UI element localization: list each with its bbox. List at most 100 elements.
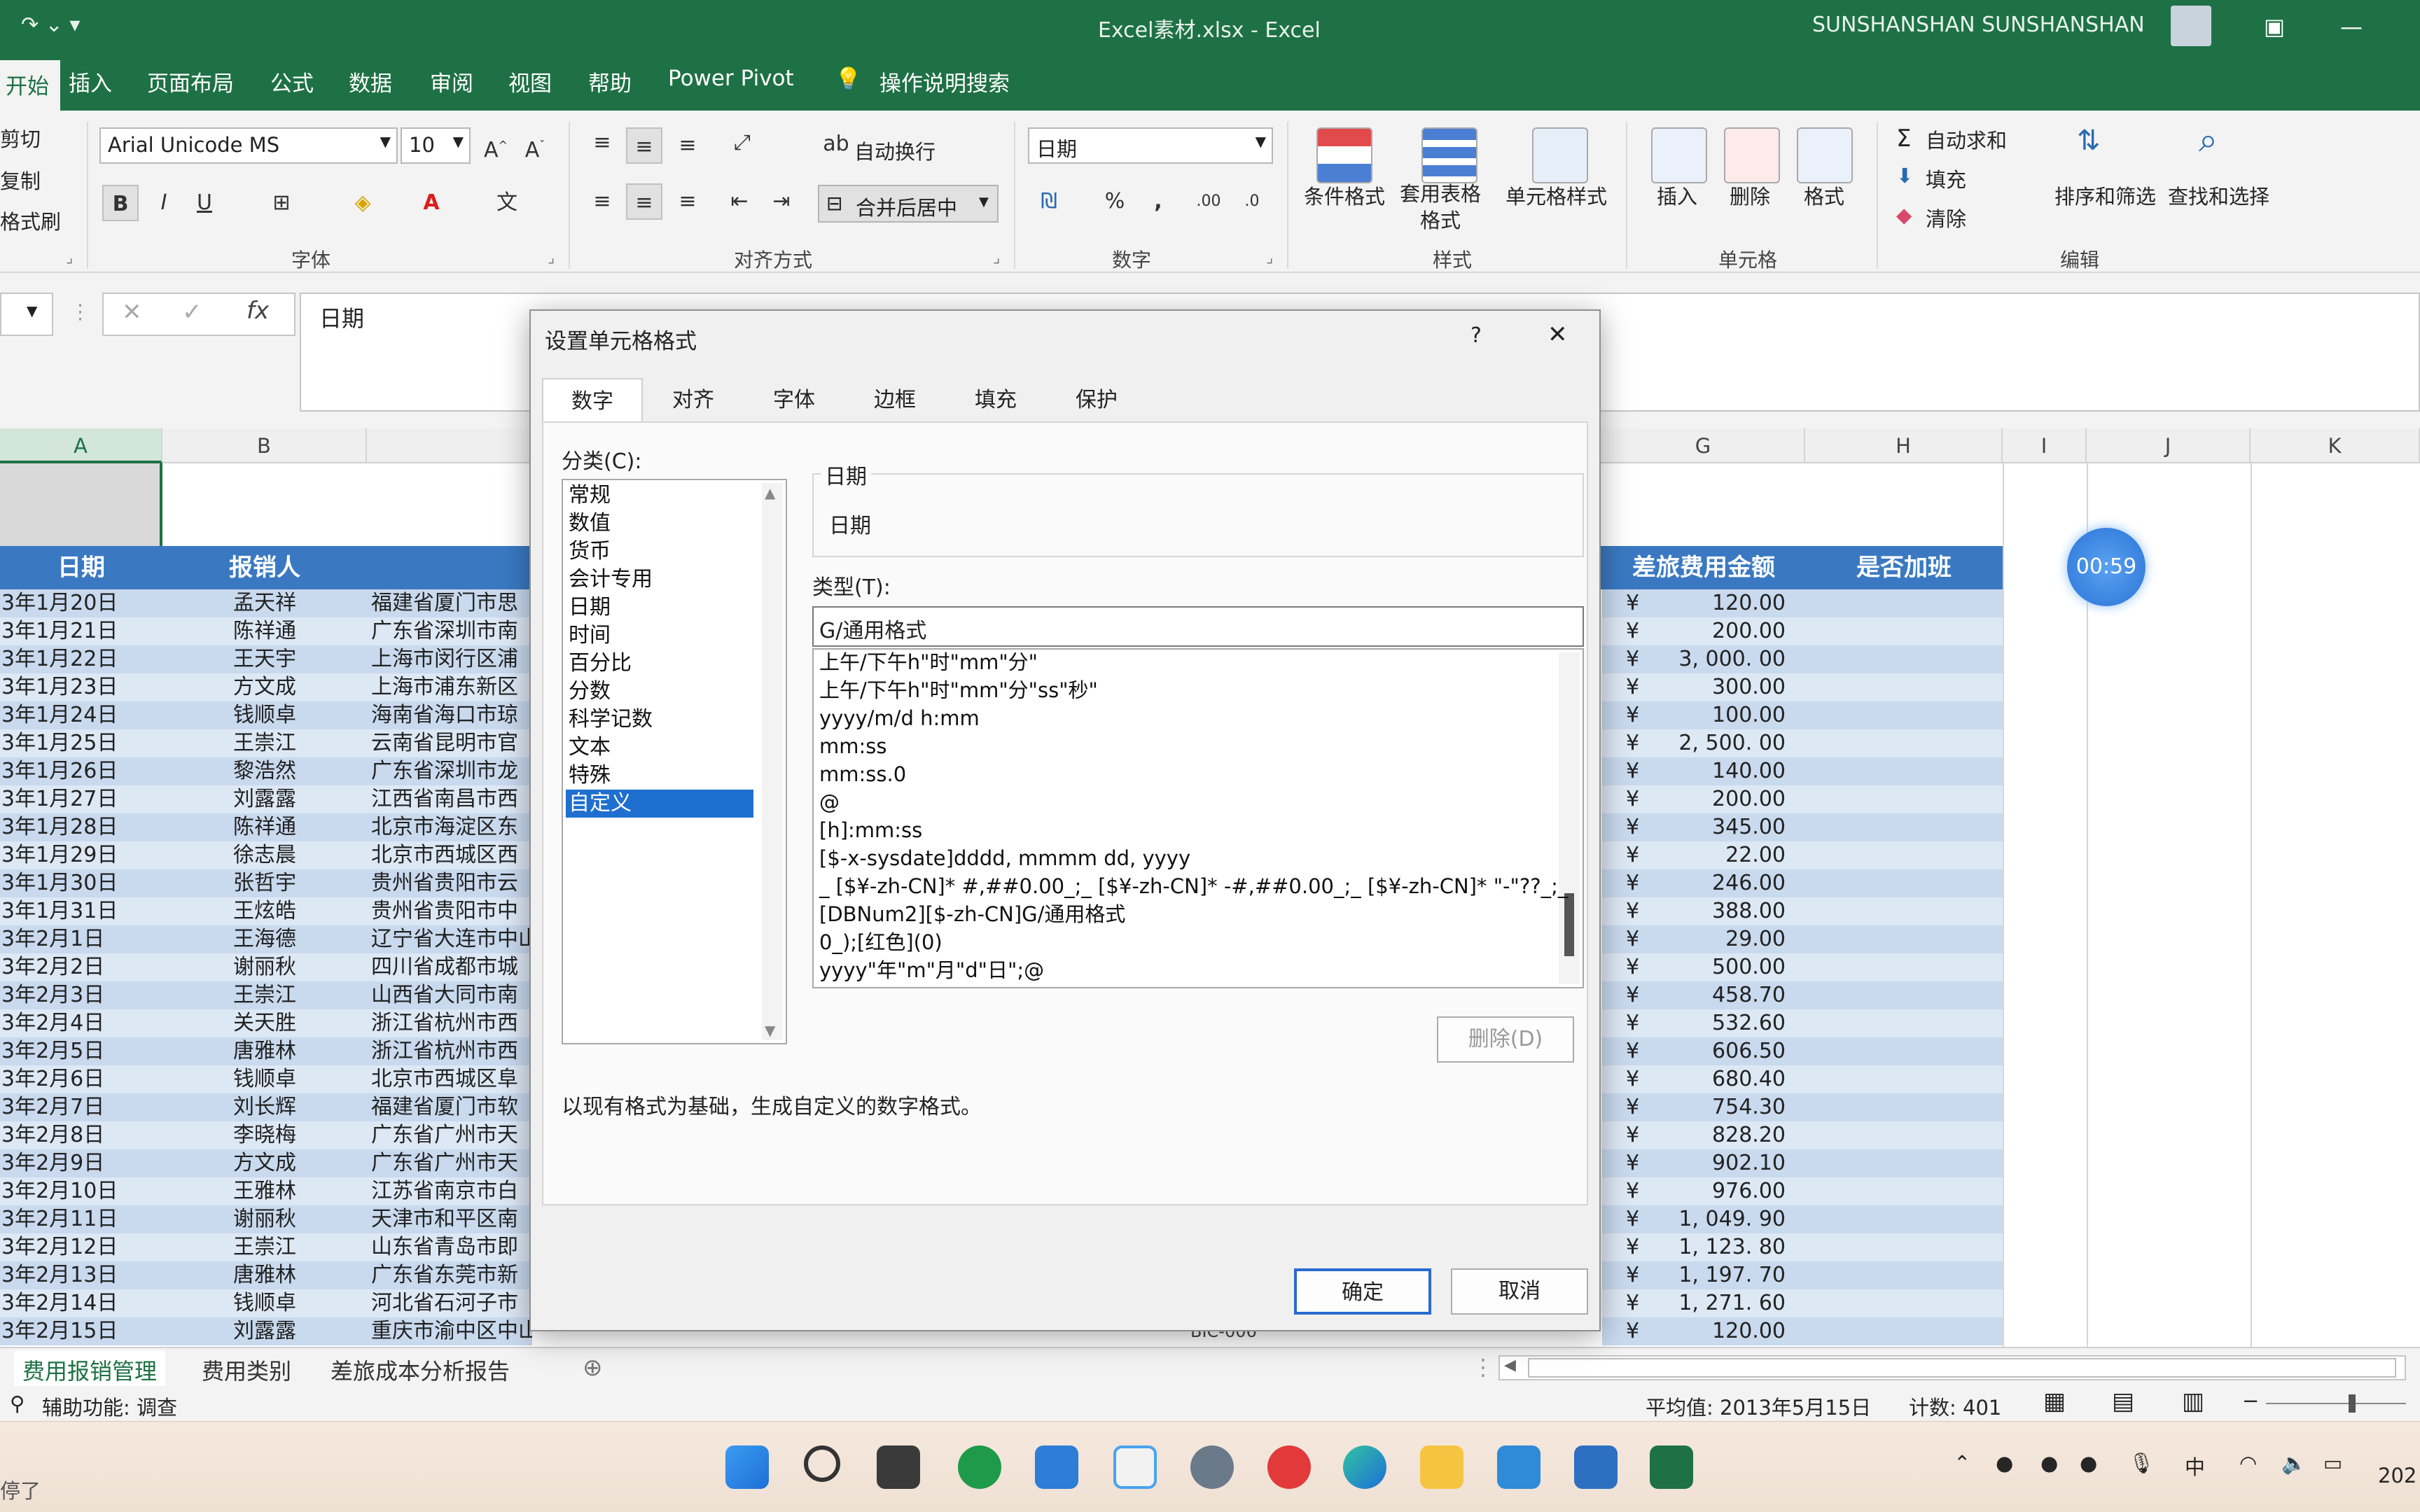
cell-person[interactable]: 钱顺卓	[162, 701, 367, 729]
category-item[interactable]: 科学记数	[566, 706, 753, 734]
cell-date[interactable]: 3年2月11日	[0, 1205, 162, 1233]
cell-amount[interactable]: ¥976.00	[1602, 1177, 1805, 1205]
tab-page-layout[interactable]: 页面布局	[147, 66, 234, 97]
border-icon[interactable]: ⊞	[263, 185, 300, 221]
cell-date[interactable]: 3年2月10日	[0, 1177, 162, 1205]
column-header-i[interactable]: I	[2003, 428, 2087, 463]
cell-amount[interactable]: ¥22.00	[1602, 841, 1805, 869]
cell-amount[interactable]: ¥200.00	[1602, 617, 1805, 645]
add-sheet-icon[interactable]: ⊕	[574, 1351, 611, 1385]
cell-overtime[interactable]	[1805, 1121, 2003, 1149]
cell-overtime[interactable]	[1805, 757, 2003, 785]
selected-cell-a1[interactable]	[0, 463, 162, 546]
column-header-h[interactable]: H	[1805, 428, 2003, 463]
help-icon[interactable]: ?	[1470, 323, 1482, 348]
cell-overtime[interactable]	[1805, 1065, 2003, 1093]
scroll-left-icon[interactable]: ◀	[1504, 1357, 1516, 1374]
cell-person[interactable]: 张哲宇	[162, 869, 367, 897]
increase-decimal-icon[interactable]: .00	[1190, 183, 1227, 220]
cell-person[interactable]: 刘长辉	[162, 1093, 367, 1121]
cell-address[interactable]: 上海市闵行区浦	[367, 645, 532, 673]
type-scroll-thumb[interactable]	[1564, 893, 1574, 956]
cell-address[interactable]: 贵州省贵阳市云	[367, 869, 532, 897]
fill-button[interactable]: 填充	[1926, 164, 1966, 193]
tab-data[interactable]: 数据	[349, 66, 392, 97]
cell-person[interactable]: 王崇江	[162, 729, 367, 757]
volume-icon[interactable]: 🔈	[2281, 1451, 2307, 1476]
format-cells-button[interactable]: 格式	[1804, 181, 1844, 210]
qq-icon[interactable]: ●	[2040, 1451, 2058, 1475]
cell-styles-icon[interactable]	[1532, 127, 1588, 183]
cell-overtime[interactable]	[1805, 1093, 2003, 1121]
insert-cells-icon[interactable]	[1651, 127, 1707, 183]
category-item[interactable]: 分数	[566, 678, 753, 706]
type-input[interactable]: G/通用格式	[812, 606, 1584, 647]
cell-overtime[interactable]	[1805, 617, 2003, 645]
cell-date[interactable]: 3年2月14日	[0, 1289, 162, 1317]
delete-cells-icon[interactable]	[1724, 127, 1780, 183]
tab-formulas[interactable]: 公式	[270, 66, 314, 97]
cell-address[interactable]: 天津市和平区南	[367, 1205, 532, 1233]
cell-overtime[interactable]	[1805, 785, 2003, 813]
cell-date[interactable]: 3年2月4日	[0, 1009, 162, 1037]
cell-address[interactable]: 广东省东莞市新	[367, 1261, 532, 1289]
cell-date[interactable]: 3年2月12日	[0, 1233, 162, 1261]
cell-date[interactable]: 3年2月2日	[0, 953, 162, 981]
cell-person[interactable]: 王炫皓	[162, 897, 367, 925]
cell-address[interactable]: 江苏省南京市白	[367, 1177, 532, 1205]
close-icon[interactable]: ✕	[1548, 321, 1568, 349]
cell-amount[interactable]: ¥532.60	[1602, 1009, 1805, 1037]
autosum-button[interactable]: 自动求和	[1926, 125, 2007, 154]
name-box[interactable]: ▼	[0, 293, 53, 336]
type-item[interactable]: [DBNum2][$-zh-CN]G/通用格式	[819, 900, 1125, 928]
tab-font[interactable]: 字体	[744, 378, 844, 423]
italic-icon[interactable]: I	[146, 185, 182, 221]
cell-address[interactable]: 四川省成都市城	[367, 953, 532, 981]
sheet-tab-category[interactable]: 费用类别	[193, 1351, 300, 1389]
browser-icon[interactable]	[1190, 1446, 1234, 1489]
cell-amount[interactable]: ¥2, 500. 00	[1602, 729, 1805, 757]
column-header-k[interactable]: K	[2251, 428, 2420, 463]
cell-address[interactable]: 广东省广州市天	[367, 1121, 532, 1149]
cell-person[interactable]: 陈祥通	[162, 813, 367, 841]
minimize-icon[interactable]: —	[2330, 6, 2372, 48]
cell-address[interactable]: 北京市西城区阜	[367, 1065, 532, 1093]
cell-date[interactable]: 3年2月6日	[0, 1065, 162, 1093]
cell-overtime[interactable]	[1805, 589, 2003, 617]
font-size-select[interactable]: 10 ▼	[401, 127, 471, 164]
tab-alignment[interactable]: 对齐	[643, 378, 744, 423]
cell-amount[interactable]: ¥828.20	[1602, 1121, 1805, 1149]
cell-address[interactable]: 山东省青岛市即	[367, 1233, 532, 1261]
number-format-select[interactable]: 日期 ▼	[1028, 127, 1273, 164]
cell-person[interactable]: 徐志晨	[162, 841, 367, 869]
qq-icon[interactable]: ●	[2080, 1451, 2097, 1475]
cell-address[interactable]: 海南省海口市琼	[367, 701, 532, 729]
category-item[interactable]: 时间	[566, 622, 753, 650]
cell-overtime[interactable]	[1805, 1289, 2003, 1317]
fill-color-icon[interactable]: ◈	[345, 185, 381, 221]
cell-person[interactable]: 钱顺卓	[162, 1289, 367, 1317]
cell-person[interactable]: 谢丽秋	[162, 953, 367, 981]
cell-date[interactable]: 3年2月15日	[0, 1317, 162, 1345]
cell-overtime[interactable]	[1805, 673, 2003, 701]
cell-person[interactable]: 王崇江	[162, 981, 367, 1009]
cell-amount[interactable]: ¥200.00	[1602, 785, 1805, 813]
scroll-thumb[interactable]	[1528, 1358, 2396, 1378]
cell-address[interactable]: 广东省深圳市龙	[367, 757, 532, 785]
conditional-formatting-button[interactable]: 条件格式	[1304, 181, 1385, 210]
cell-date[interactable]: 3年1月29日	[0, 841, 162, 869]
delete-format-button[interactable]: 删除(D)	[1437, 1016, 1574, 1063]
type-item[interactable]: yyyy"年"m"月"d"日";@	[819, 956, 1044, 984]
decrease-indent-icon[interactable]: ⇤	[721, 183, 758, 220]
cell-amount[interactable]: ¥500.00	[1602, 953, 1805, 981]
cell-overtime[interactable]	[1805, 1205, 2003, 1233]
cell-overtime[interactable]	[1805, 1261, 2003, 1289]
format-cells-icon[interactable]	[1797, 127, 1853, 183]
number-launcher-icon[interactable]: ⌟	[1266, 249, 1273, 267]
cell-amount[interactable]: ¥1, 049. 90	[1602, 1205, 1805, 1233]
cell-amount[interactable]: ¥120.00	[1602, 589, 1805, 617]
cell-overtime[interactable]	[1805, 869, 2003, 897]
font-name-select[interactable]: Arial Unicode MS ▼	[99, 127, 398, 164]
cell-overtime[interactable]	[1805, 953, 2003, 981]
cell-person[interactable]: 陈祥通	[162, 617, 367, 645]
